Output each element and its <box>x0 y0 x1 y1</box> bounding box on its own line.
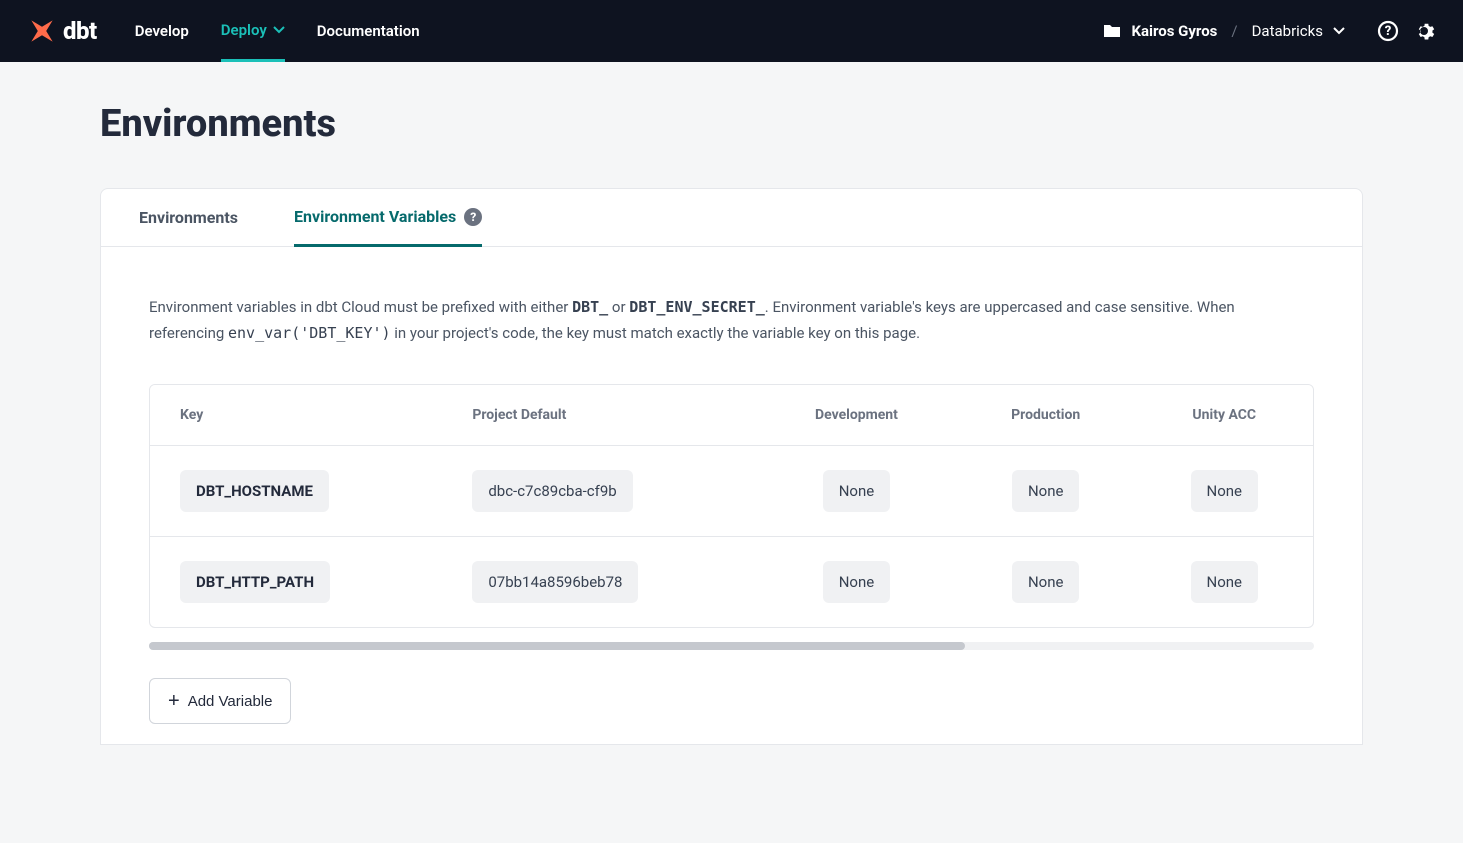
dbt-logo-icon <box>28 17 56 45</box>
table-row[interactable]: DBT_HTTP_PATH 07bb14a8596beb78 None None… <box>150 537 1313 628</box>
nav-develop[interactable]: Develop <box>135 0 189 62</box>
var-key: DBT_HTTP_PATH <box>180 561 330 603</box>
svg-text:?: ? <box>1385 24 1392 39</box>
main-nav: Develop Deploy Documentation <box>135 0 420 62</box>
var-dev: None <box>823 561 891 603</box>
project-name: Databricks <box>1252 22 1323 40</box>
nav-documentation[interactable]: Documentation <box>317 0 420 62</box>
var-key: DBT_HOSTNAME <box>180 470 329 512</box>
col-development: Development <box>757 385 956 446</box>
table-header-row: Key Project Default Development Producti… <box>150 385 1313 446</box>
project-selector[interactable]: Databricks <box>1252 22 1345 40</box>
account-selector[interactable]: Kairos Gyros <box>1103 22 1217 40</box>
tabs: Environments Environment Variables ? <box>101 189 1362 247</box>
table-row[interactable]: DBT_HOSTNAME dbc-c7c89cba-cf9b None None… <box>150 446 1313 537</box>
horizontal-scrollbar[interactable] <box>149 642 1314 650</box>
var-default: dbc-c7c89cba-cf9b <box>472 470 632 512</box>
col-project-default: Project Default <box>442 385 757 446</box>
var-unity: None <box>1191 561 1259 603</box>
nav-deploy-label: Deploy <box>221 21 267 39</box>
chevron-down-icon <box>273 26 285 34</box>
col-unity-acc: Unity ACC <box>1136 385 1314 446</box>
var-dev: None <box>823 470 891 512</box>
topbar-right: Kairos Gyros / Databricks ? <box>1103 20 1435 42</box>
var-prod: None <box>1012 470 1080 512</box>
card-body: Environment variables in dbt Cloud must … <box>101 247 1362 744</box>
env-vars-table: Key Project Default Development Producti… <box>150 385 1313 627</box>
var-unity: None <box>1191 470 1259 512</box>
plus-icon: + <box>168 691 180 711</box>
var-default: 07bb14a8596beb78 <box>472 561 638 603</box>
add-variable-label: Add Variable <box>188 693 273 710</box>
nav-deploy[interactable]: Deploy <box>221 0 285 62</box>
var-prod: None <box>1012 561 1080 603</box>
chevron-down-icon <box>1333 27 1345 35</box>
help-icon[interactable]: ? <box>1377 20 1399 42</box>
col-key: Key <box>150 385 442 446</box>
col-production: Production <box>956 385 1136 446</box>
scrollbar-thumb[interactable] <box>149 642 965 650</box>
env-vars-table-wrap: Key Project Default Development Producti… <box>149 384 1314 628</box>
dbt-logo[interactable]: dbt <box>28 17 97 45</box>
tab-env-vars-label: Environment Variables <box>294 207 456 226</box>
top-navigation: dbt Develop Deploy Documentation Kairos … <box>0 0 1463 62</box>
tab-environment-variables[interactable]: Environment Variables ? <box>294 189 482 247</box>
environments-card: Environments Environment Variables ? Env… <box>100 188 1363 745</box>
add-variable-button[interactable]: + Add Variable <box>149 678 291 724</box>
tab-environments[interactable]: Environments <box>139 189 238 246</box>
description-text: Environment variables in dbt Cloud must … <box>149 295 1309 346</box>
help-circle-icon[interactable]: ? <box>464 208 482 226</box>
account-name: Kairos Gyros <box>1131 22 1217 40</box>
brand-name: dbt <box>63 17 97 45</box>
breadcrumb-separator: / <box>1231 22 1237 40</box>
main-content: Environments Environments Environment Va… <box>0 62 1463 765</box>
folder-icon <box>1103 24 1121 38</box>
page-title: Environments <box>100 102 1363 146</box>
gear-icon[interactable] <box>1413 20 1435 42</box>
